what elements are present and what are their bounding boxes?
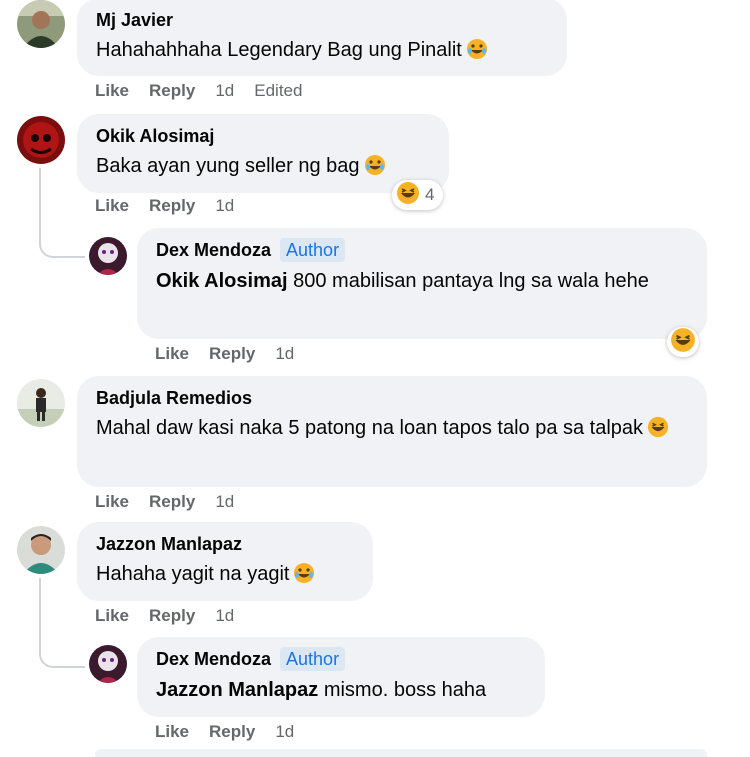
comment-bubble: Okik Alosimaj Baka ayan yung seller ng b… [77, 114, 449, 193]
reply-bubble: Dex Mendoza Author Jazzon Manlapaz mismo.… [137, 637, 545, 717]
comment-text: Baka ayan yung seller ng bag [96, 151, 431, 186]
thread-line [39, 168, 41, 238]
comment-author[interactable]: Mj Javier [96, 9, 549, 31]
avatar[interactable] [17, 0, 65, 48]
comment-actions: Like Reply 1d [155, 344, 314, 364]
comment-time[interactable]: 1d [215, 606, 234, 626]
like-button[interactable]: Like [95, 81, 129, 101]
like-button[interactable]: Like [95, 492, 129, 512]
avatar[interactable] [17, 526, 65, 574]
reply-button[interactable]: Reply [149, 492, 195, 512]
comment-actions: Like Reply 1d Edited [95, 81, 322, 101]
comment-body: Hahaha yagit na yagit [96, 563, 290, 585]
comment-time[interactable]: 1d [215, 492, 234, 512]
avatar[interactable] [89, 237, 127, 275]
comment-author[interactable]: Okik Alosimaj [96, 125, 431, 147]
rolling-laughing-icon [293, 562, 315, 594]
reply-button[interactable]: Reply [149, 606, 195, 626]
avatar[interactable] [17, 116, 65, 164]
reply-button[interactable]: Reply [149, 81, 195, 101]
mention-link[interactable]: Okik Alosimaj [156, 270, 288, 292]
like-button[interactable]: Like [155, 722, 189, 742]
comment-bubble: Jazzon Manlapaz Hahaha yagit na yagit [77, 522, 373, 601]
comment-time[interactable]: 1d [215, 81, 234, 101]
comment-body: 800 mabilisan pantaya lng sa wala hehe [293, 270, 649, 292]
comment-actions: Like Reply 1d [95, 492, 254, 512]
comment-bubble: Badjula Remedios Mahal daw kasi naka 5 p… [77, 376, 707, 487]
reply-button[interactable]: Reply [149, 196, 195, 216]
comment-author: Dex Mendoza Author [156, 238, 689, 262]
reply-bubble: Dex Mendoza Author Okik Alosimaj 800 mabi… [137, 228, 707, 339]
next-comment-edge [95, 749, 707, 757]
reply-button[interactable]: Reply [209, 344, 255, 364]
avatar[interactable] [89, 645, 127, 683]
author-badge: Author [280, 238, 346, 262]
comment-body: Baka ayan yung seller ng bag [96, 155, 360, 177]
reply-author[interactable]: Dex Mendoza [156, 240, 271, 260]
reaction-summary[interactable]: 4 [392, 180, 444, 210]
haha-reaction-icon [670, 327, 696, 358]
comment-text: Hahahahhaha Legendary Bag ung Pinalit [96, 35, 549, 70]
comment-actions: Like Reply 1d [155, 722, 314, 742]
like-button[interactable]: Like [155, 344, 189, 364]
mention-link[interactable]: Jazzon Manlapaz [156, 679, 318, 701]
comment-time[interactable]: 1d [275, 344, 294, 364]
comment-text: Mahal daw kasi naka 5 patong na loan tap… [96, 413, 689, 448]
reaction-summary[interactable] [667, 327, 699, 357]
comment-author[interactable]: Jazzon Manlapaz [96, 533, 355, 555]
author-badge: Author [280, 647, 346, 671]
thread-connector [39, 636, 85, 668]
comment-body: mismo. boss haha [323, 679, 487, 701]
comment-text: Jazzon Manlapaz mismo. boss haha [156, 675, 527, 706]
comment-bubble: Mj Javier Hahahahhaha Legendary Bag ung … [77, 0, 567, 76]
thread-line [39, 578, 41, 638]
like-button[interactable]: Like [95, 196, 129, 216]
comment-author: Dex Mendoza Author [156, 647, 527, 671]
comment-text: Hahaha yagit na yagit [96, 559, 355, 594]
rolling-laughing-icon [364, 154, 386, 186]
comment-author[interactable]: Badjula Remedios [96, 387, 689, 409]
comment-actions: Like Reply 1d [95, 196, 254, 216]
comment-text: Okik Alosimaj 800 mabilisan pantaya lng … [156, 266, 689, 297]
haha-emoji-icon [647, 416, 669, 448]
comment-body: Mahal daw kasi naka 5 patong na loan tap… [96, 417, 644, 439]
rolling-laughing-icon [466, 38, 488, 70]
comment-body: Hahahahhaha Legendary Bag ung Pinalit [96, 39, 462, 61]
haha-reaction-icon [396, 181, 420, 210]
avatar[interactable] [17, 379, 65, 427]
reply-author[interactable]: Dex Mendoza [156, 649, 271, 669]
comment-time[interactable]: 1d [275, 722, 294, 742]
thread-connector [39, 236, 85, 258]
edited-label: Edited [254, 81, 303, 100]
reaction-count: 4 [425, 185, 435, 204]
comment-actions: Like Reply 1d [95, 606, 254, 626]
like-button[interactable]: Like [95, 606, 129, 626]
reply-button[interactable]: Reply [209, 722, 255, 742]
comment-time[interactable]: 1d [215, 196, 234, 216]
